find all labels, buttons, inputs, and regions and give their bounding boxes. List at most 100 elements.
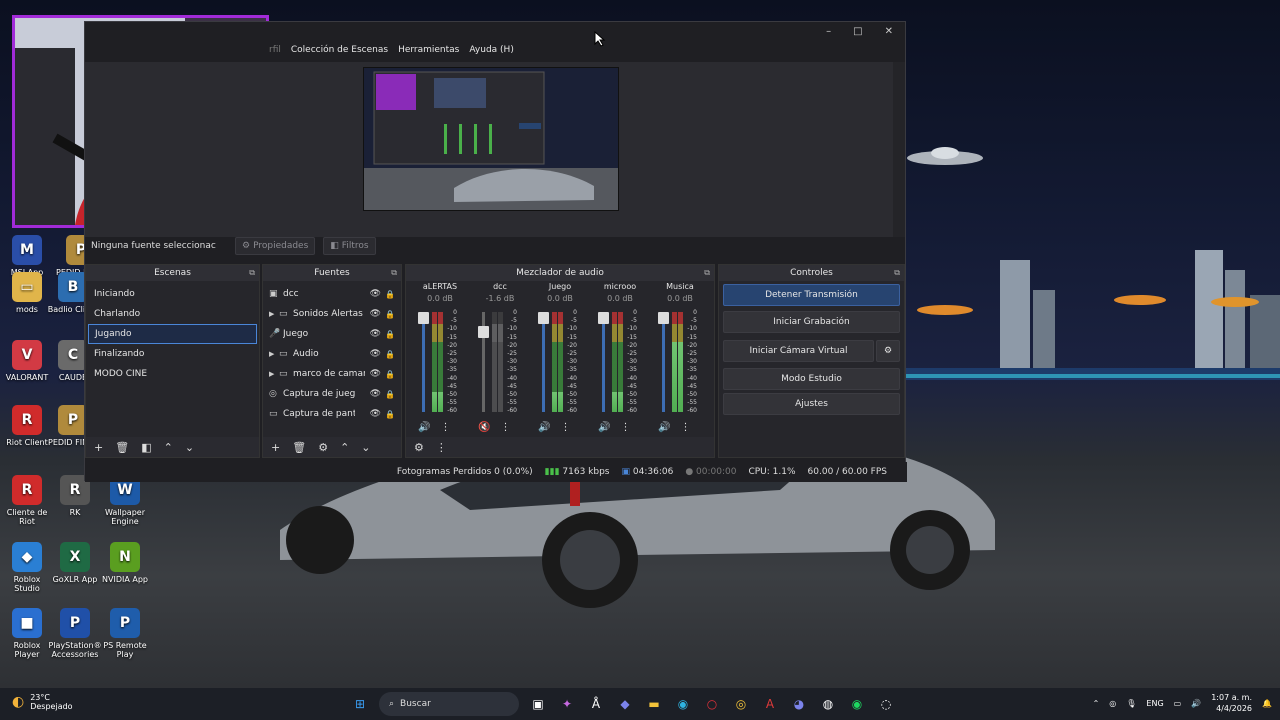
speaker-muted-icon[interactable]: 🔇 [478, 422, 490, 433]
add-source-icon[interactable]: + [271, 441, 280, 454]
speaker-icon[interactable]: 🔊 [418, 422, 430, 433]
channel-menu-icon[interactable]: ⋮ [620, 422, 630, 433]
remove-source-icon[interactable]: 🗑 [292, 441, 306, 454]
fader-handle[interactable] [658, 312, 669, 324]
visibility-eye-icon[interactable]: 👁 [370, 369, 381, 379]
tray-chevron-icon[interactable]: ⌃ [1093, 699, 1100, 708]
visibility-eye-icon[interactable]: 👁 [370, 309, 381, 319]
visibility-eye-icon[interactable]: 👁 [370, 389, 381, 399]
fader-handle[interactable] [538, 312, 549, 324]
expand-arrow-icon[interactable]: ▶ [269, 370, 279, 378]
scene-item[interactable]: Jugando [88, 324, 257, 344]
visibility-eye-icon[interactable]: 👁 [370, 409, 381, 419]
speaker-icon[interactable]: 🔊 [598, 422, 610, 433]
app-a-icon[interactable]: Å [586, 694, 606, 714]
maximize-button[interactable]: □ [853, 26, 862, 37]
network-globe-icon[interactable]: ◎ [1109, 699, 1116, 708]
windows-start-icon[interactable]: ⊞ [350, 694, 370, 714]
move-up-icon[interactable]: ⌃ [164, 441, 173, 454]
scene-item[interactable]: Iniciando [88, 284, 257, 304]
source-item[interactable]: ▶ ▭ Sonidos Alertas 👁 🔒 [263, 304, 401, 324]
source-item[interactable]: ▶ ▭ Audio 👁 🔒 [263, 344, 401, 364]
source-item[interactable]: 🎤 Juego 👁 🔒 [263, 324, 401, 344]
visibility-eye-icon[interactable]: 👁 [370, 329, 381, 339]
remove-scene-icon[interactable]: 🗑 [115, 441, 129, 454]
desktop-icon[interactable]: R Cliente de Riot [0, 475, 54, 526]
undock-icon[interactable]: ⧉ [894, 265, 900, 281]
advanced-audio-icon[interactable]: ⚙ [414, 441, 424, 454]
undock-icon[interactable]: ⧉ [249, 265, 255, 281]
visibility-eye-icon[interactable]: 👁 [370, 289, 381, 299]
steam-icon[interactable]: ◍ [818, 694, 838, 714]
clock[interactable]: 1:07 a. m. 4/4/2026 [1211, 692, 1252, 714]
adobe-icon[interactable]: A [760, 694, 780, 714]
edge-icon[interactable]: ◉ [673, 694, 693, 714]
scene-filter-icon[interactable]: ◧ [141, 441, 151, 454]
add-scene-icon[interactable]: + [94, 441, 103, 454]
stream-preview[interactable] [363, 67, 619, 211]
file-explorer-icon[interactable]: ▬ [644, 694, 664, 714]
volume-fader[interactable] [662, 312, 665, 412]
menu-item[interactable]: Ayuda (H) [469, 45, 513, 55]
fader-handle[interactable] [478, 325, 489, 338]
lock-icon[interactable]: 🔒 [385, 330, 395, 339]
desktop-icon[interactable]: P PlayStation® Accessories [48, 608, 102, 659]
weather-widget[interactable]: ◐ 23°C Despejado [12, 693, 73, 711]
desktop-icon[interactable]: X GoXLR App [48, 542, 102, 584]
channel-menu-icon[interactable]: ⋮ [500, 422, 510, 433]
menu-item[interactable]: rfil [269, 45, 281, 55]
desktop-icon[interactable]: N NVIDIA App [98, 542, 152, 584]
stop-stream-button[interactable]: Detener Transmisión [723, 284, 900, 306]
source-settings-icon[interactable]: ⚙ [318, 441, 328, 454]
source-item[interactable]: ◎ Captura de juego 👁 🔒 [263, 384, 401, 404]
lock-icon[interactable]: 🔒 [385, 310, 395, 319]
virtual-camera-button[interactable]: Iniciar Cámara Virtual [723, 340, 874, 362]
preview-scrollbar[interactable] [893, 62, 905, 237]
fader-handle[interactable] [418, 312, 429, 324]
channel-menu-icon[interactable]: ⋮ [680, 422, 690, 433]
task-view-icon[interactable]: ▣ [528, 694, 548, 714]
virtual-camera-settings-button[interactable]: ⚙ [876, 340, 900, 362]
volume-fader[interactable] [422, 312, 425, 412]
undock-icon[interactable]: ⧉ [391, 265, 397, 281]
obs-icon[interactable]: ◌ [876, 694, 896, 714]
chrome-icon[interactable]: ◎ [731, 694, 751, 714]
channel-menu-icon[interactable]: ⋮ [560, 422, 570, 433]
minimize-button[interactable]: – [826, 26, 831, 37]
volume-fader[interactable] [602, 312, 605, 412]
menu-item[interactable]: Colección de Escenas [291, 45, 388, 55]
lock-icon[interactable]: 🔒 [385, 390, 395, 399]
settings-button[interactable]: Ajustes [723, 393, 900, 415]
desktop-icon[interactable]: ■ Roblox Player [0, 608, 54, 659]
volume-icon[interactable]: 🔊 [1191, 699, 1201, 708]
discord-icon[interactable]: ◕ [789, 694, 809, 714]
microphone-icon[interactable]: 🎙 [1126, 699, 1136, 708]
opera-icon[interactable]: ○ [702, 694, 722, 714]
desktop-icon[interactable]: ◆ Roblox Studio [0, 542, 54, 593]
scene-item[interactable]: Charlando [88, 304, 257, 324]
lock-icon[interactable]: 🔒 [385, 370, 395, 379]
channel-menu-icon[interactable]: ⋮ [440, 422, 450, 433]
scene-item[interactable]: Finalizando [88, 344, 257, 364]
lock-icon[interactable]: 🔒 [385, 350, 395, 359]
source-item[interactable]: ▶ ▭ marco de camar 👁 🔒 [263, 364, 401, 384]
mixer-menu-icon[interactable]: ⋮ [436, 441, 447, 454]
scene-item[interactable]: MODO CINE [88, 364, 257, 384]
display-icon[interactable]: ▭ [1174, 699, 1182, 708]
lock-icon[interactable]: 🔒 [385, 290, 395, 299]
expand-arrow-icon[interactable]: ▶ [269, 310, 279, 318]
source-item[interactable]: ▭ Captura de pantalla 👁 🔒 [263, 404, 401, 424]
desktop-icon[interactable]: P PS Remote Play [98, 608, 152, 659]
fader-handle[interactable] [598, 312, 609, 324]
move-down-icon[interactable]: ⌄ [185, 441, 194, 454]
copilot-icon[interactable]: ✦ [557, 694, 577, 714]
source-item[interactable]: ▣ dcc 👁 🔒 [263, 284, 401, 304]
move-down-icon[interactable]: ⌄ [361, 441, 370, 454]
properties-button[interactable]: ⚙ Propiedades [235, 237, 316, 255]
language-indicator[interactable]: ENG [1146, 699, 1163, 708]
menu-item[interactable]: Herramientas [398, 45, 459, 55]
undock-icon[interactable]: ⧉ [704, 265, 710, 281]
speaker-icon[interactable]: 🔊 [658, 422, 670, 433]
studio-mode-button[interactable]: Modo Estudio [723, 368, 900, 390]
filters-button[interactable]: ◧ Filtros [323, 237, 376, 255]
